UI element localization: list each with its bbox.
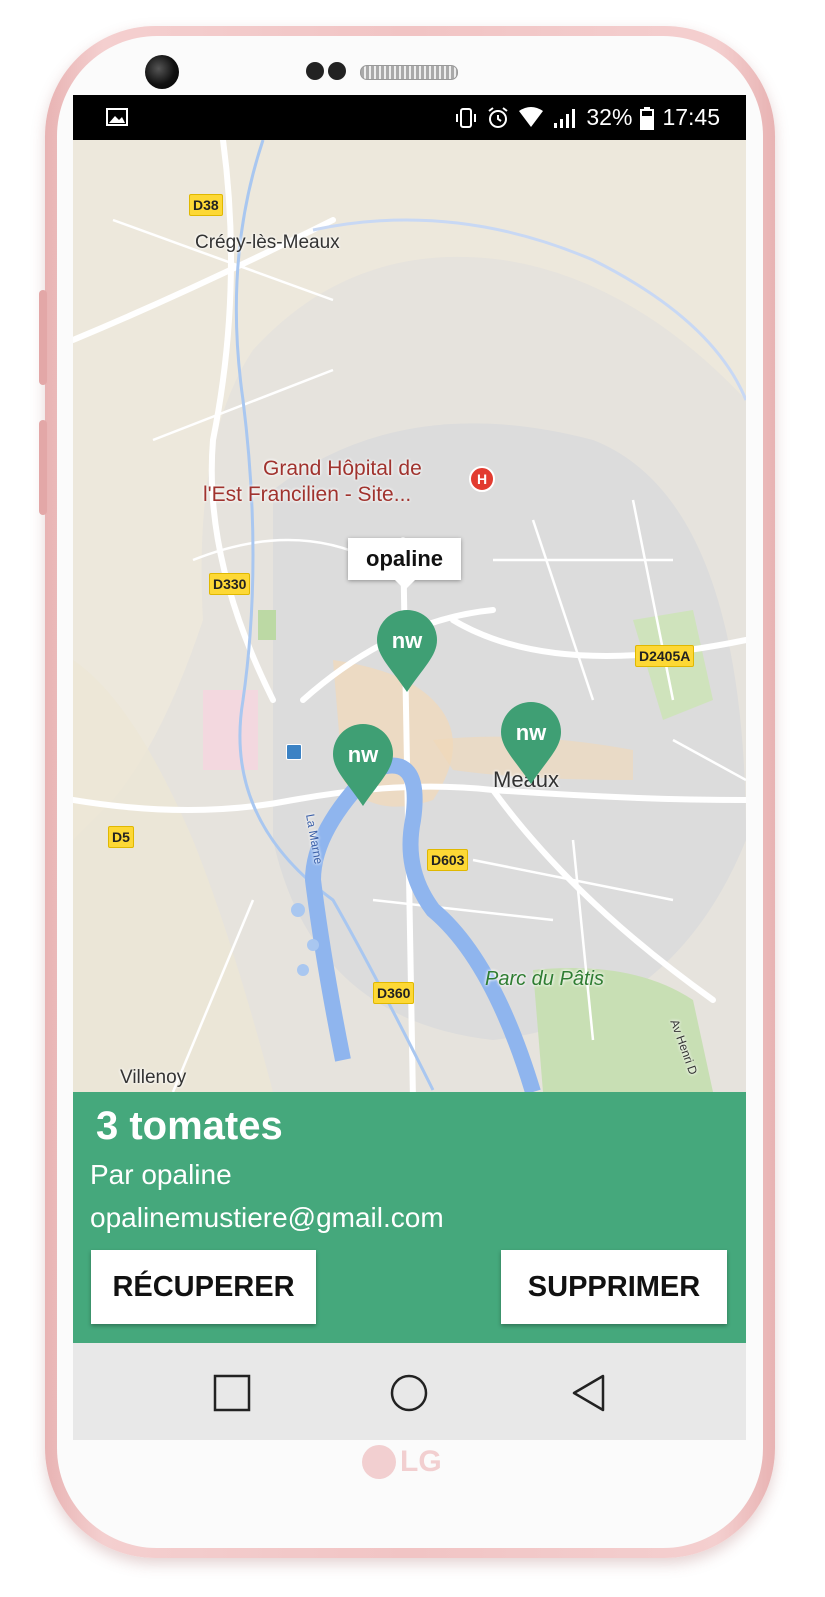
svg-text:nw: nw (516, 720, 547, 745)
recover-button[interactable]: RÉCUPERER (91, 1250, 316, 1324)
item-author: Par opaline (90, 1159, 232, 1190)
map-marker-icon[interactable]: nw (331, 722, 395, 808)
poi-hospital-label: Grand Hôpital de l'Est Francilien - Site… (203, 456, 422, 508)
svg-text:nw: nw (348, 742, 379, 767)
battery-icon (640, 106, 655, 130)
park-label: Parc du Pâtis (485, 968, 604, 990)
poi-hospital-line2: l'Est Francilien - Site... (203, 483, 412, 506)
map-view[interactable]: D38 D330 D2405A D5 D603 D360 Crégy-lès-M… (73, 140, 746, 1092)
sensor-dot (328, 62, 346, 80)
delete-button[interactable]: SUPPRIMER (501, 1250, 727, 1324)
recent-apps-icon[interactable] (212, 1373, 252, 1413)
volume-down-button (39, 420, 47, 515)
poi-hospital-line1: Grand Hôpital de (263, 457, 422, 480)
clock: 17:45 (662, 104, 720, 130)
map-marker-icon[interactable]: nw (375, 608, 439, 694)
brand-logo: LG (362, 1445, 442, 1479)
wifi-icon (519, 106, 544, 127)
road-label-d330: D330 (209, 573, 251, 595)
road-label-d360: D360 (373, 982, 415, 1004)
signal-icon (554, 108, 576, 128)
earpiece-speaker (360, 65, 458, 80)
transit-icon[interactable] (286, 744, 302, 760)
place-label-villenoy: Villenoy (120, 1067, 187, 1088)
item-title: 3 tomates (96, 1104, 283, 1148)
item-info-panel: 3 tomates Par opaline opalinemustiere@gm… (73, 1092, 746, 1343)
back-icon[interactable] (569, 1373, 609, 1413)
road-label-d603: D603 (427, 849, 469, 871)
alarm-icon (488, 106, 508, 128)
battery-percent: 32% (586, 104, 633, 130)
road-label-d2405a: D2405A (635, 645, 695, 667)
map-marker-icon[interactable]: nw (499, 700, 563, 786)
road-label-d38: D38 (189, 194, 223, 216)
hospital-icon[interactable]: H (469, 466, 495, 492)
front-camera (145, 55, 179, 89)
phone-screen: 32% 17:45 D38 D330 D2405A D5 D603 D360 C… (73, 95, 746, 1440)
marker-callout[interactable]: opaline (348, 538, 462, 590)
vibrate-icon (456, 107, 477, 128)
home-icon[interactable] (389, 1373, 429, 1413)
image-icon (106, 108, 128, 126)
status-bar: 32% 17:45 (73, 95, 746, 140)
lg-logo-icon (362, 1445, 396, 1479)
volume-up-button (39, 290, 47, 385)
svg-text:nw: nw (392, 628, 423, 653)
sensor-dot (306, 62, 324, 80)
brand-name: LG (400, 1445, 442, 1478)
road-label-d5: D5 (108, 826, 134, 848)
item-email[interactable]: opalinemustiere@gmail.com (90, 1202, 444, 1234)
place-label-cregy: Crégy-lès-Meaux (195, 232, 340, 253)
navigation-bar (73, 1343, 746, 1440)
